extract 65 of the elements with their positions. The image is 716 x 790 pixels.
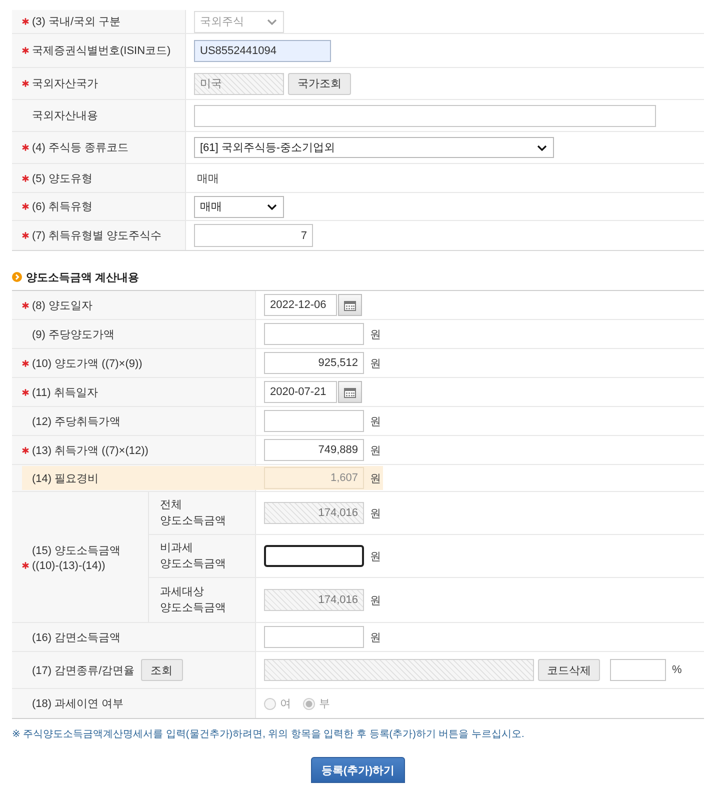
rate-input[interactable]	[610, 659, 666, 681]
unit-label: 원	[370, 414, 381, 428]
section-title: 양도소득금액 계산내용	[26, 270, 140, 284]
calendar-icon	[344, 386, 356, 398]
unit-label: 원	[370, 550, 381, 564]
unit-label: %	[672, 664, 682, 676]
radio-label: 부	[319, 697, 330, 711]
readonly-field[interactable]: 174,016	[264, 589, 364, 611]
field-label: (4) 주식등 종류코드	[32, 141, 129, 155]
field-label: (6) 취득유형	[32, 200, 92, 214]
field-label: 국제증권식별번호(ISIN코드)	[32, 44, 171, 58]
radio-label: 여	[280, 697, 291, 711]
note-text: ※ 주식양도소득금액계산명세서를 입력(물건추가)하려면, 위의 항목을 입력한 후 등록(추가)하기 버튼을 누르십시오.	[12, 728, 526, 742]
unit-label: 원	[370, 328, 381, 342]
field-label: 국외자산국가	[32, 77, 98, 91]
amount-input[interactable]: 925,512	[264, 352, 364, 374]
dropdown[interactable]: 매매	[194, 196, 284, 218]
readonly-field[interactable]: 174,016	[264, 502, 364, 524]
lookup-button[interactable]: 국가조회	[288, 72, 351, 94]
amount-input[interactable]: 749,889	[264, 439, 364, 461]
lookup-button[interactable]: 조회	[140, 659, 183, 681]
text-input[interactable]: US8552441094	[194, 40, 331, 62]
unit-label: 원	[370, 506, 381, 520]
field-label: 국외자산내용	[32, 109, 98, 123]
chevron-down-icon	[267, 204, 277, 210]
field-label: (13) 취득가액 ((7)×(12))	[32, 444, 148, 458]
unit-label: 원	[370, 356, 381, 370]
unit-label: 원	[370, 444, 381, 458]
submit-button[interactable]: 등록(추가)하기	[311, 757, 405, 783]
chevron-down-icon	[267, 18, 277, 24]
text-input[interactable]	[194, 104, 656, 126]
field-label: (14) 필요경비	[32, 472, 99, 486]
calendar-button[interactable]	[338, 381, 362, 403]
unit-label: 원	[370, 630, 381, 644]
field-label: (18) 과세이연 여부	[32, 697, 124, 711]
calendar-button[interactable]	[338, 294, 362, 316]
field-label: (8) 양도일자	[32, 298, 92, 312]
field-label: (9) 주당양도가액	[32, 328, 114, 342]
field-label: (7) 취득유형별 양도주식수	[32, 229, 162, 243]
calendar-icon	[344, 300, 356, 310]
formula-label: ((10)-(13)-(14))	[32, 560, 106, 572]
field-label: (12) 주당취득가액	[32, 414, 121, 428]
chevron-bullet-icon	[12, 272, 22, 282]
unit-label: 원	[370, 472, 381, 486]
field-label: (5) 양도유형	[32, 172, 92, 186]
chevron-down-icon	[537, 144, 547, 150]
field-label: 비과세 양도소득금액	[160, 541, 227, 572]
readonly-field[interactable]: 미국	[194, 72, 284, 94]
dropdown[interactable]: [61] 국외주식등-중소기업외	[194, 137, 554, 158]
field-label: (3) 국내/국외 구분	[32, 15, 121, 29]
field-label: (10) 양도가액 ((7)×(9))	[32, 356, 142, 370]
field-label: (11) 취득일자	[32, 386, 98, 400]
date-input[interactable]: 2022-12-06	[264, 294, 337, 316]
field-label: (17) 감면종류/감면율	[32, 664, 135, 678]
amount-input[interactable]	[264, 545, 364, 567]
field-label: (15) 양도소득금액	[32, 544, 121, 558]
delete-code-button[interactable]: 코드삭제	[538, 659, 600, 681]
date-input[interactable]: 2020-07-21	[264, 381, 337, 403]
field-label: 과세대상 양도소득금액	[160, 585, 227, 616]
number-input[interactable]: 7	[194, 224, 313, 247]
field-value: 매매	[196, 172, 219, 186]
readonly-field[interactable]	[264, 659, 534, 681]
unit-label: 원	[370, 594, 381, 608]
field-label: (16) 감면소득금액	[32, 630, 121, 644]
field-label: 전체 양도소득금액	[160, 498, 227, 529]
